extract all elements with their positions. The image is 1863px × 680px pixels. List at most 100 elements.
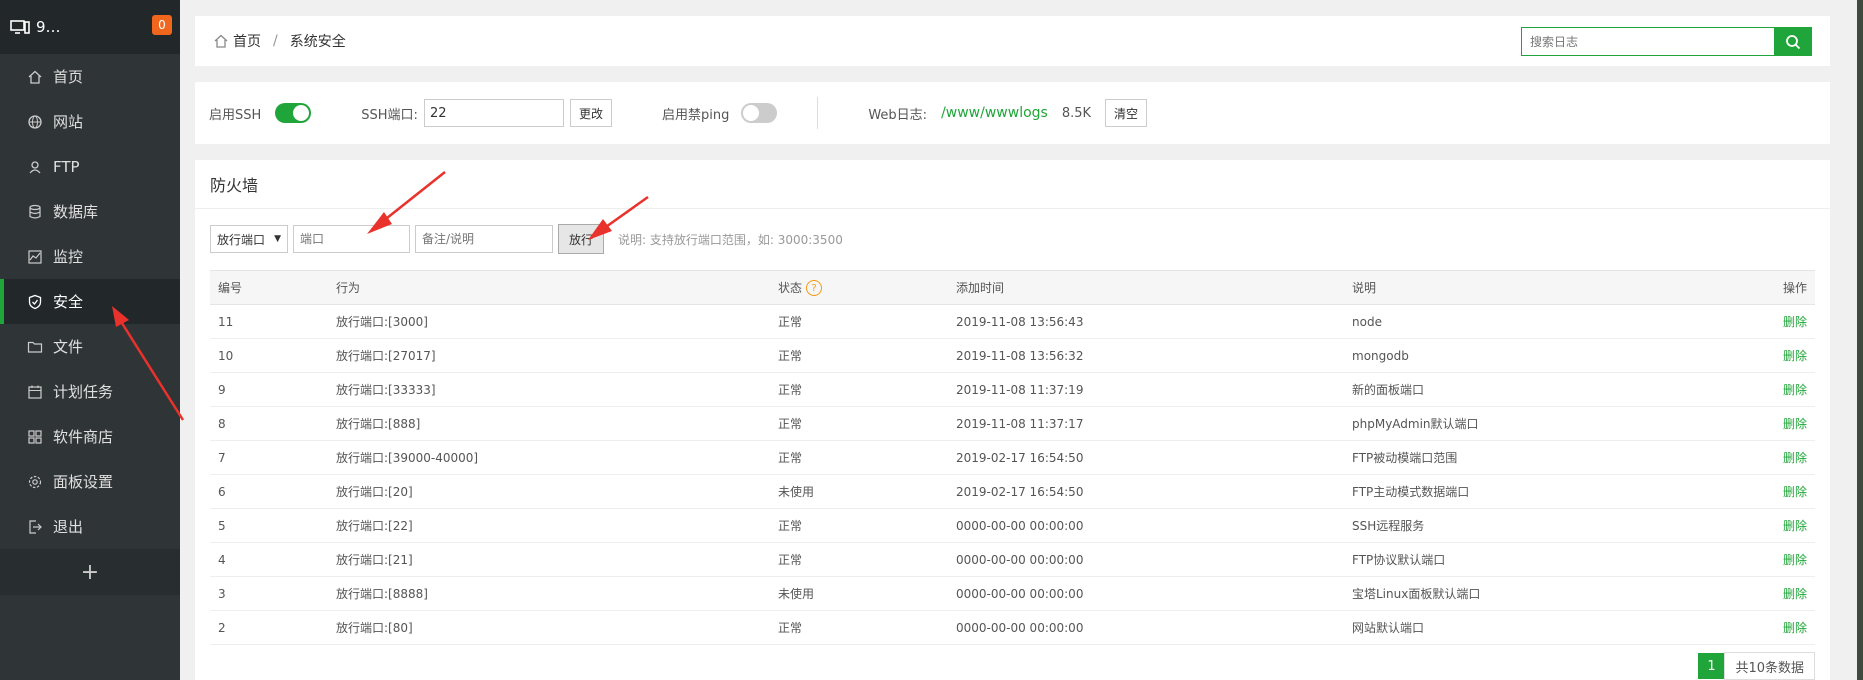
- add-button[interactable]: +: [0, 549, 180, 595]
- note-input[interactable]: [415, 225, 553, 253]
- cell-action: 放行端口:[22]: [328, 508, 770, 543]
- delete-button[interactable]: 删除: [1783, 587, 1807, 601]
- table-row: 3 放行端口:[8888] 未使用 0000-00-00 00:00:00 宝塔Linu…: [210, 576, 1815, 611]
- port-range-hint: 说明: 支持放行端口范围，如: 3000:3500: [618, 232, 843, 247]
- firewall-table: 编号 行为 状态? 添加时间 说明 操作 11 放行端口:[3000] 正常 2019…: [210, 270, 1815, 645]
- chevron-down-icon: ▼: [274, 234, 281, 244]
- ssh-port-input[interactable]: [423, 99, 564, 127]
- sidebar-item-logout[interactable]: 退出: [0, 504, 180, 549]
- cell-note: 宝塔Linux面板默认端口: [1344, 576, 1739, 611]
- panel-title: 防火墙: [195, 160, 1830, 209]
- page-total: 共10条数据: [1724, 652, 1815, 680]
- col-operation: 操作: [1739, 270, 1815, 305]
- database-icon: [27, 204, 43, 220]
- delete-button[interactable]: 删除: [1783, 485, 1807, 499]
- breadcrumb-separator: /: [273, 33, 278, 49]
- ssh-toggle[interactable]: [275, 103, 312, 123]
- cell-id: 6: [210, 474, 328, 509]
- cell-id: 5: [210, 508, 328, 543]
- cell-note: mongodb: [1344, 338, 1739, 373]
- table-header-row: 编号 行为 状态? 添加时间 说明 操作: [210, 270, 1815, 305]
- cell-status: 未使用: [770, 474, 948, 509]
- cell-action: 放行端口:[20]: [328, 474, 770, 509]
- table-row: 5 放行端口:[22] 正常 0000-00-00 00:00:00 SSH远程服务 删除: [210, 508, 1815, 543]
- cell-note: FTP主动模式数据端口: [1344, 474, 1739, 509]
- sidebar-item-label: 安全: [53, 293, 84, 311]
- sidebar-item-settings[interactable]: 面板设置: [0, 459, 180, 504]
- sidebar-item-files[interactable]: 文件: [0, 324, 180, 369]
- firewall-toolbar: 放行端口 ▼ 放行 说明: 支持放行端口范围，如: 3000:3500: [210, 224, 843, 254]
- ping-toggle[interactable]: [741, 103, 778, 123]
- table-row: 8 放行端口:[888] 正常 2019-11-08 11:37:17 phpMyAdm…: [210, 406, 1815, 441]
- delete-button[interactable]: 删除: [1783, 553, 1807, 567]
- help-icon[interactable]: ?: [806, 280, 823, 297]
- rule-type-select[interactable]: 放行端口 ▼: [210, 225, 288, 253]
- page-header: 首页 / 系统安全: [195, 16, 1830, 66]
- cell-action: 放行端口:[33333]: [328, 372, 770, 407]
- delete-button[interactable]: 删除: [1783, 621, 1807, 635]
- cell-time: 2019-02-17 16:54:50: [948, 474, 1344, 509]
- allow-button[interactable]: 放行: [558, 224, 604, 254]
- divider: [817, 97, 819, 129]
- cell-op: 删除: [1739, 474, 1815, 509]
- delete-button[interactable]: 删除: [1783, 349, 1807, 363]
- ping-label: 启用禁ping: [661, 107, 730, 123]
- clear-logs-button[interactable]: 清空: [1105, 99, 1148, 127]
- sidebar-item-label: 首页: [53, 68, 84, 86]
- sidebar-item-security[interactable]: 安全: [0, 279, 180, 324]
- sidebar-item-label: 文件: [53, 338, 84, 356]
- sidebar-item-label: 监控: [53, 248, 84, 266]
- toggle-knob: [743, 105, 760, 121]
- cell-op: 删除: [1739, 304, 1815, 339]
- cell-status: 正常: [770, 542, 948, 577]
- cell-action: 放行端口:[21]: [328, 542, 770, 577]
- sidebar-item-home[interactable]: 首页: [0, 54, 180, 99]
- cell-status: 正常: [770, 406, 948, 441]
- monitor-icon: [10, 20, 30, 34]
- cell-action: 放行端口:[80]: [328, 610, 770, 645]
- apps-icon: [27, 429, 43, 445]
- notification-badge[interactable]: 0: [152, 15, 172, 35]
- table-row: 2 放行端口:[80] 正常 0000-00-00 00:00:00 网站默认端口 删除: [210, 610, 1815, 645]
- sidebar-item-store[interactable]: 软件商店: [0, 414, 180, 459]
- weblog-label: Web日志:: [868, 107, 928, 123]
- sidebar-item-monitor[interactable]: 监控: [0, 234, 180, 279]
- ftp-icon: [27, 159, 43, 175]
- sidebar-item-cron[interactable]: 计划任务: [0, 369, 180, 414]
- cell-id: 7: [210, 440, 328, 475]
- shield-icon: [27, 294, 43, 310]
- logout-icon: [27, 519, 43, 535]
- pagination: 1 共10条数据: [1698, 652, 1815, 680]
- port-input[interactable]: [293, 225, 410, 253]
- sidebar-item-label: 软件商店: [53, 428, 114, 446]
- sidebar-item-label: 退出: [53, 518, 84, 536]
- delete-button[interactable]: 删除: [1783, 417, 1807, 431]
- search-input[interactable]: [1521, 27, 1774, 56]
- weblog-path-link[interactable]: /www/wwwlogs: [941, 105, 1048, 121]
- sidebar-item-website[interactable]: 网站: [0, 99, 180, 144]
- col-time: 添加时间: [948, 270, 1344, 305]
- breadcrumb: 首页 / 系统安全: [195, 31, 346, 51]
- home-icon[interactable]: [213, 33, 229, 49]
- toggle-knob: [293, 105, 310, 121]
- col-status: 状态?: [770, 270, 948, 305]
- sidebar-item-database[interactable]: 数据库: [0, 189, 180, 234]
- delete-button[interactable]: 删除: [1783, 315, 1807, 329]
- cell-note: FTP被动模端口范围: [1344, 440, 1739, 475]
- table-row: 7 放行端口:[39000-40000] 正常 2019-02-17 16:54:50…: [210, 440, 1815, 475]
- search-button[interactable]: [1774, 27, 1812, 56]
- sidebar-item-label: 面板设置: [53, 473, 114, 491]
- table-row: 11 放行端口:[3000] 正常 2019-11-08 13:56:43 node 删除: [210, 304, 1815, 339]
- delete-button[interactable]: 删除: [1783, 519, 1807, 533]
- delete-button[interactable]: 删除: [1783, 451, 1807, 465]
- page-current[interactable]: 1: [1698, 653, 1725, 679]
- delete-button[interactable]: 删除: [1783, 383, 1807, 397]
- sidebar-item-ftp[interactable]: FTP: [0, 144, 180, 189]
- cell-id: 4: [210, 542, 328, 577]
- change-port-button[interactable]: 更改: [569, 99, 612, 127]
- cell-time: 0000-00-00 00:00:00: [948, 542, 1344, 577]
- cell-note: 新的面板端口: [1344, 372, 1739, 407]
- cell-op: 删除: [1739, 338, 1815, 373]
- breadcrumb-home[interactable]: 首页: [233, 31, 261, 51]
- cell-status: 正常: [770, 440, 948, 475]
